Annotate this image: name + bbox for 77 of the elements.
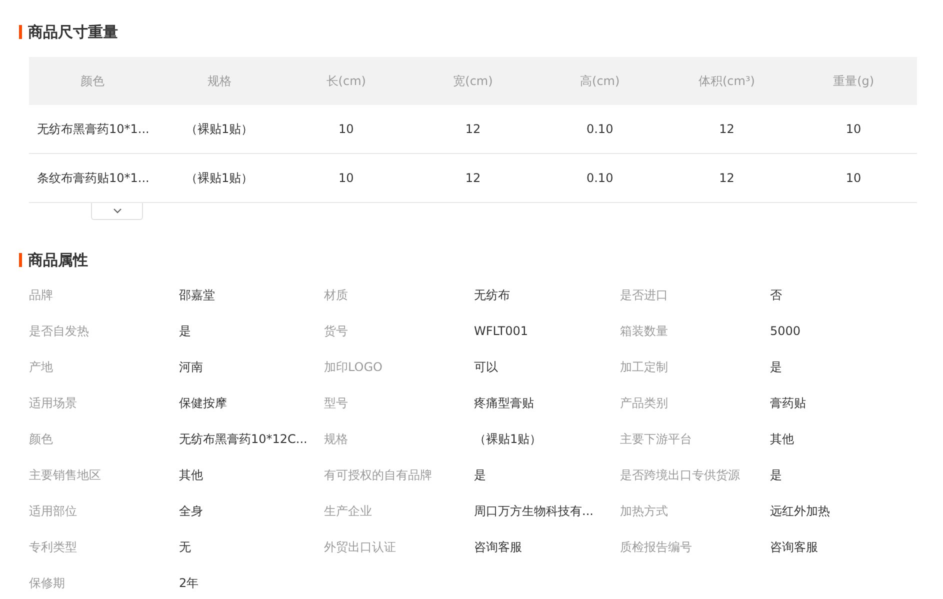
attribute-label: 专利类型 bbox=[29, 539, 77, 555]
attribute-value: 全身 bbox=[179, 503, 203, 519]
attribute-value: 否 bbox=[770, 287, 782, 303]
attribute-value: 远红外加热 bbox=[770, 503, 830, 519]
section-title: 商品属性 bbox=[28, 250, 88, 270]
attribute-value: 无纺布黑膏药10*12C... bbox=[179, 431, 308, 447]
attribute-label: 规格 bbox=[324, 431, 348, 447]
attribute-label: 加工定制 bbox=[620, 359, 668, 375]
attribute-value: 周口万方生物科技有... bbox=[474, 503, 594, 519]
attribute-value: WFLT001 bbox=[474, 323, 528, 339]
table-cell: 10 bbox=[338, 122, 354, 136]
column-header: 颜色 bbox=[80, 72, 104, 90]
column-header: 规格 bbox=[207, 72, 232, 90]
attribute-value: 河南 bbox=[179, 359, 203, 375]
attribute-label: 保修期 bbox=[29, 575, 65, 591]
table-cell: 10 bbox=[846, 171, 862, 185]
attribute-value: 是 bbox=[770, 359, 782, 375]
table-cell-text: 条纹布膏药贴10*1... bbox=[36, 170, 150, 186]
attribute-label: 是否跨境出口专供货源 bbox=[620, 467, 740, 483]
attribute-value: 疼痛型膏贴 bbox=[474, 395, 534, 411]
attribute-value: 是 bbox=[474, 467, 486, 483]
column-header: 高(cm) bbox=[580, 72, 620, 90]
attribute-label: 货号 bbox=[324, 323, 348, 339]
attribute-label: 质检报告编号 bbox=[620, 539, 692, 555]
attribute-value: 咨询客服 bbox=[474, 539, 522, 555]
attribute-label: 产地 bbox=[29, 359, 53, 375]
section-title: 商品尺寸重量 bbox=[28, 22, 118, 42]
attribute-label: 生产企业 bbox=[324, 503, 372, 519]
expand-button[interactable] bbox=[91, 203, 143, 220]
table-cell: （裸贴1贴） bbox=[185, 120, 254, 138]
column-header: 重量(g) bbox=[833, 72, 874, 90]
attribute-label: 主要下游平台 bbox=[620, 431, 692, 447]
table-cell: 12 bbox=[465, 122, 481, 136]
table-cell: 0.10 bbox=[586, 171, 614, 185]
attribute-value: 无 bbox=[179, 539, 191, 555]
table-cell: 12 bbox=[719, 122, 734, 136]
table-cell: 10 bbox=[338, 171, 354, 185]
column-header: 长(cm) bbox=[326, 72, 366, 90]
attribute-label: 加印LOGO bbox=[324, 359, 382, 375]
attribute-value: 2年 bbox=[179, 575, 199, 591]
attribute-label: 有可授权的自有品牌 bbox=[324, 467, 432, 483]
table-cell: 0.10 bbox=[586, 122, 614, 136]
attribute-value: 无纺布 bbox=[474, 287, 510, 303]
attribute-label: 材质 bbox=[324, 287, 348, 303]
table-cell: 12 bbox=[719, 171, 734, 185]
table-cell-text: 无纺布黑膏药10*1... bbox=[36, 120, 150, 138]
attribute-label: 加热方式 bbox=[620, 503, 668, 519]
attribute-value: 5000 bbox=[770, 323, 801, 339]
title-marker bbox=[19, 253, 22, 267]
title-marker bbox=[19, 25, 22, 39]
attribute-label: 箱装数量 bbox=[620, 323, 668, 339]
table-cell: （裸贴1贴） bbox=[185, 170, 254, 186]
column-header: 体积(cm³) bbox=[698, 72, 755, 90]
attribute-label: 主要销售地区 bbox=[29, 467, 101, 483]
attribute-label: 颜色 bbox=[29, 431, 53, 447]
chevron-down-icon bbox=[112, 208, 122, 214]
attribute-label: 是否自发热 bbox=[29, 323, 89, 339]
attribute-label: 适用场景 bbox=[29, 395, 77, 411]
table-cell: 10 bbox=[846, 122, 862, 136]
attribute-value: 膏药贴 bbox=[770, 395, 806, 411]
attribute-label: 产品类别 bbox=[620, 395, 668, 411]
column-header: 宽(cm) bbox=[453, 72, 493, 90]
attribute-value: 其他 bbox=[770, 431, 794, 447]
attribute-value: 咨询客服 bbox=[770, 539, 818, 555]
attribute-value: 邵嘉堂 bbox=[179, 287, 215, 303]
table-cell: 12 bbox=[465, 171, 481, 185]
attribute-value: （裸贴1贴） bbox=[474, 431, 542, 447]
attribute-value: 保健按摩 bbox=[179, 395, 227, 411]
attribute-label: 型号 bbox=[324, 395, 348, 411]
attribute-value: 是 bbox=[770, 467, 782, 483]
attribute-value: 可以 bbox=[474, 359, 498, 375]
attribute-label: 外贸出口认证 bbox=[324, 539, 396, 555]
attribute-value: 是 bbox=[179, 323, 191, 339]
attribute-label: 适用部位 bbox=[29, 503, 77, 519]
attribute-label: 品牌 bbox=[29, 287, 53, 303]
attribute-label: 是否进口 bbox=[620, 287, 668, 303]
attribute-value: 其他 bbox=[179, 467, 203, 483]
